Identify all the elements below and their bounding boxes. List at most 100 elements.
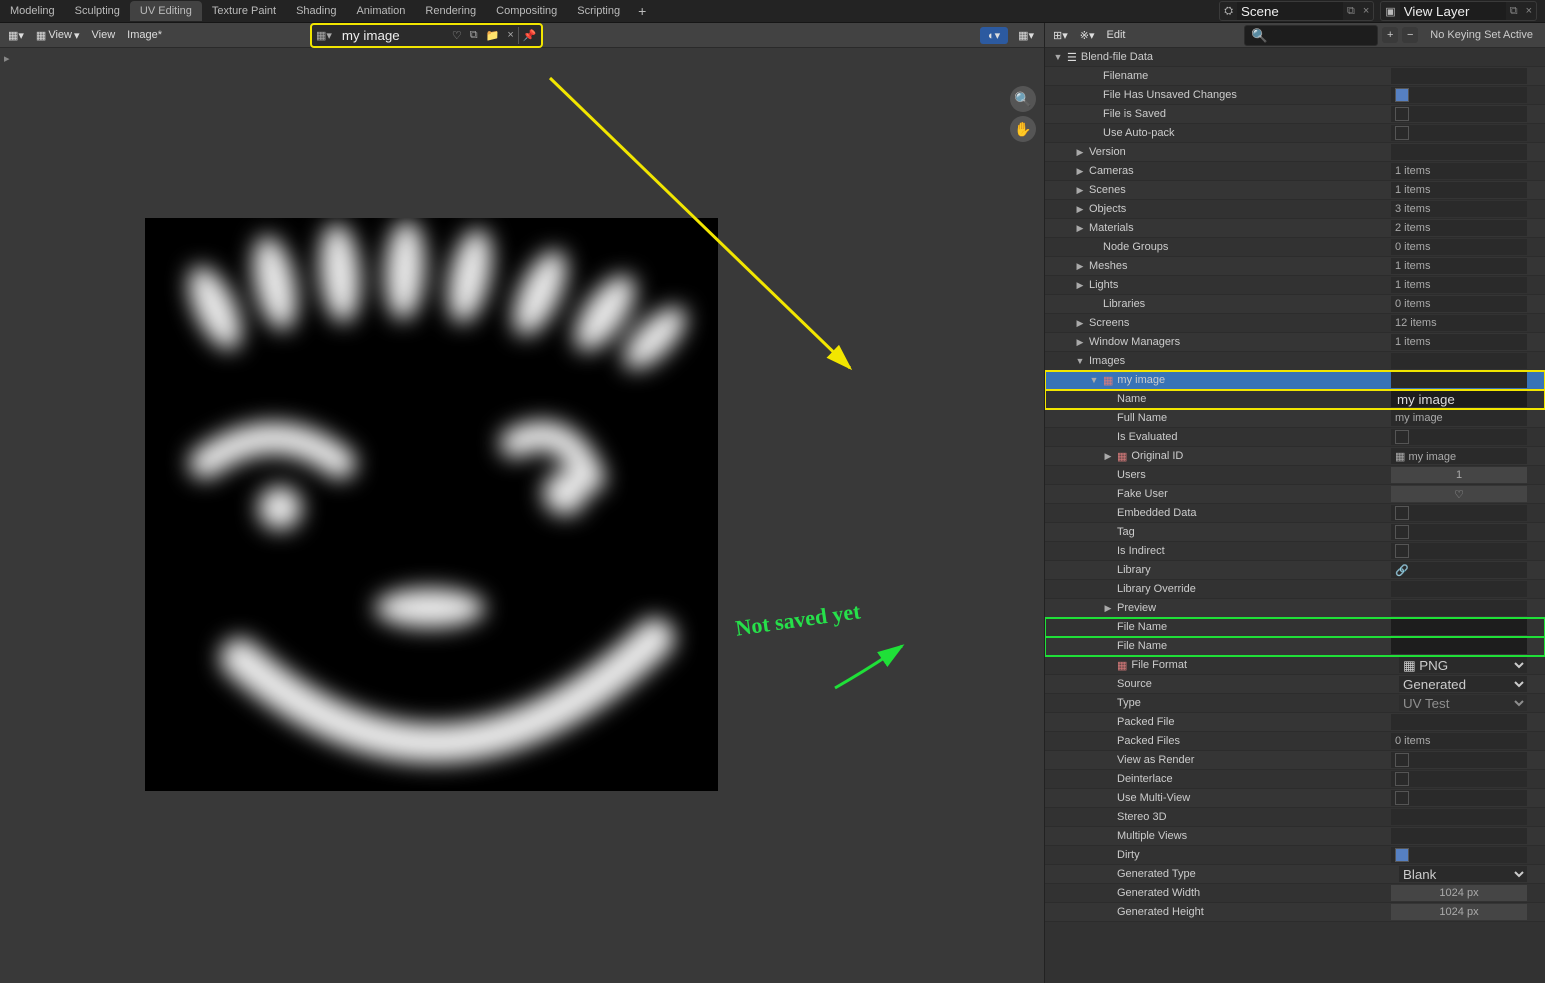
tree-row[interactable]: View as Render bbox=[1045, 751, 1545, 770]
mode-dropdown[interactable]: ▦ View ▾ bbox=[32, 27, 84, 44]
image-name-input[interactable] bbox=[336, 25, 448, 46]
tree-row[interactable]: ▶Window Managers1 items bbox=[1045, 333, 1545, 352]
value-dropdown[interactable]: Blank bbox=[1399, 866, 1527, 882]
tree-row[interactable]: Packed Files0 items bbox=[1045, 732, 1545, 751]
image-datablock-selector[interactable]: ▦▾ ♡ ⧉ 📁 × 📌 bbox=[310, 23, 543, 48]
disclosure-icon[interactable]: ▶ bbox=[1075, 318, 1085, 329]
scene-name-input[interactable] bbox=[1237, 2, 1343, 20]
display-channels-button[interactable]: ▦▾ bbox=[1014, 27, 1038, 44]
remove-button[interactable]: − bbox=[1402, 27, 1418, 43]
scene-selector[interactable]: ⛭ ⧉ × bbox=[1219, 1, 1374, 21]
tree-row[interactable]: Tag bbox=[1045, 523, 1545, 542]
tree-row[interactable]: Generated Height1024 px bbox=[1045, 903, 1545, 922]
value-input[interactable] bbox=[1395, 391, 1523, 408]
tree-row[interactable]: Is Indirect bbox=[1045, 542, 1545, 561]
checkbox[interactable] bbox=[1395, 753, 1409, 767]
viewlayer-selector[interactable]: ▣ ⧉ × bbox=[1380, 1, 1537, 21]
disclosure-icon[interactable]: ▶ bbox=[1075, 147, 1085, 158]
checkbox[interactable] bbox=[1395, 107, 1409, 121]
tree-row[interactable]: SourceGenerated bbox=[1045, 675, 1545, 694]
checkbox[interactable] bbox=[1395, 525, 1409, 539]
tree-row[interactable]: Generated Width1024 px bbox=[1045, 884, 1545, 903]
disclosure-icon[interactable]: ▶ bbox=[1075, 185, 1085, 196]
checkbox[interactable] bbox=[1395, 430, 1409, 444]
workspace-tab-shading[interactable]: Shading bbox=[286, 1, 346, 21]
disclosure-icon[interactable]: ▼ bbox=[1075, 356, 1085, 366]
keying-set-label[interactable]: No Keying Set Active bbox=[1422, 27, 1541, 43]
tree-row[interactable]: TypeUV Test bbox=[1045, 694, 1545, 713]
value-dropdown[interactable]: Generated bbox=[1399, 676, 1527, 692]
workspace-tab-modeling[interactable]: Modeling bbox=[0, 1, 65, 21]
disclosure-icon[interactable]: ▶ bbox=[1103, 451, 1113, 462]
tree-row[interactable]: ▼▦my image bbox=[1045, 371, 1545, 390]
data-api-tree[interactable]: ▼ ☰ Blend-file Data Filename File Has Un… bbox=[1045, 48, 1545, 983]
value-input[interactable] bbox=[1395, 638, 1523, 655]
tree-row[interactable]: ▶Version bbox=[1045, 143, 1545, 162]
scene-copy-icon[interactable]: ⧉ bbox=[1343, 5, 1359, 18]
workspace-tab-scripting[interactable]: Scripting bbox=[567, 1, 630, 21]
disclosure-icon[interactable]: ▼ bbox=[1053, 52, 1063, 62]
tree-row[interactable]: Use Auto-pack bbox=[1045, 124, 1545, 143]
tree-row[interactable]: Deinterlace bbox=[1045, 770, 1545, 789]
pin-icon[interactable]: 📌 bbox=[518, 27, 541, 44]
add-workspace-button[interactable]: + bbox=[630, 1, 654, 21]
uv-overlay-button[interactable]: ◐▾ bbox=[980, 27, 1008, 44]
tree-row[interactable]: File Name bbox=[1045, 618, 1545, 637]
unlink-image-icon[interactable]: × bbox=[503, 27, 517, 43]
image-menu[interactable]: Image* bbox=[123, 27, 166, 43]
tree-row[interactable]: ▶Meshes1 items bbox=[1045, 257, 1545, 276]
viewlayer-name-input[interactable] bbox=[1400, 2, 1506, 20]
tree-row[interactable]: Filename bbox=[1045, 67, 1545, 86]
value-number[interactable]: 1024 px bbox=[1391, 904, 1527, 920]
workspace-tab-sculpting[interactable]: Sculpting bbox=[65, 1, 130, 21]
disclosure-icon[interactable]: ▶ bbox=[1103, 603, 1113, 614]
fake-user-icon[interactable]: ♡ bbox=[448, 27, 466, 44]
tree-row[interactable]: Library Override bbox=[1045, 580, 1545, 599]
checkbox[interactable] bbox=[1395, 791, 1409, 805]
new-image-icon[interactable]: ⧉ bbox=[466, 27, 482, 44]
tree-row[interactable]: Packed File bbox=[1045, 713, 1545, 732]
workspace-tab-compositing[interactable]: Compositing bbox=[486, 1, 567, 21]
tree-row[interactable]: ▶Materials2 items bbox=[1045, 219, 1545, 238]
tree-row[interactable]: Embedded Data bbox=[1045, 504, 1545, 523]
tree-row[interactable]: File is Saved bbox=[1045, 105, 1545, 124]
disclosure-icon[interactable]: ▶ bbox=[1075, 223, 1085, 234]
checkbox[interactable] bbox=[1395, 772, 1409, 786]
edit-menu[interactable]: Edit bbox=[1103, 27, 1130, 43]
tree-root[interactable]: ▼ ☰ Blend-file Data bbox=[1045, 48, 1545, 67]
zoom-icon[interactable]: 🔍 bbox=[1010, 86, 1036, 112]
disclosure-icon[interactable]: ▼ bbox=[1089, 375, 1099, 385]
viewlayer-copy-icon[interactable]: ⧉ bbox=[1506, 5, 1522, 18]
image-browse-icon[interactable]: ▦▾ bbox=[312, 27, 336, 44]
value-dropdown[interactable]: ▦ PNG bbox=[1399, 657, 1527, 673]
tree-row[interactable]: Is Evaluated bbox=[1045, 428, 1545, 447]
editor-type-dropdown[interactable]: ▦▾ bbox=[4, 27, 28, 44]
workspace-tab-texture-paint[interactable]: Texture Paint bbox=[202, 1, 286, 21]
checkbox[interactable] bbox=[1395, 544, 1409, 558]
tree-row[interactable]: Library🔗 bbox=[1045, 561, 1545, 580]
checkbox[interactable] bbox=[1395, 506, 1409, 520]
tree-row[interactable]: ▶▦Original ID▦ my image bbox=[1045, 447, 1545, 466]
tree-row[interactable]: Fake User♡ bbox=[1045, 485, 1545, 504]
workspace-tab-rendering[interactable]: Rendering bbox=[415, 1, 486, 21]
disclosure-icon[interactable]: ▶ bbox=[1075, 204, 1085, 215]
editor-type-outliner-dropdown[interactable]: ⊞▾ bbox=[1049, 27, 1072, 44]
tree-row[interactable]: Multiple Views bbox=[1045, 827, 1545, 846]
tree-row[interactable]: ▶Preview bbox=[1045, 599, 1545, 618]
image-canvas[interactable]: ▸ bbox=[0, 48, 1044, 983]
disclosure-icon[interactable]: ▶ bbox=[1075, 261, 1085, 272]
open-image-icon[interactable]: 📁 bbox=[482, 27, 504, 44]
tree-row[interactable]: Libraries0 items bbox=[1045, 295, 1545, 314]
fake-user-toggle[interactable]: ♡ bbox=[1391, 486, 1527, 502]
tree-row[interactable]: ▶Screens12 items bbox=[1045, 314, 1545, 333]
workspace-tab-animation[interactable]: Animation bbox=[346, 1, 415, 21]
viewlayer-close-icon[interactable]: × bbox=[1522, 5, 1536, 17]
checkbox[interactable] bbox=[1395, 848, 1409, 862]
tree-row[interactable]: ▶Objects3 items bbox=[1045, 200, 1545, 219]
view-menu[interactable]: View bbox=[88, 27, 120, 43]
tree-row[interactable]: Use Multi-View bbox=[1045, 789, 1545, 808]
value-number[interactable]: 1024 px bbox=[1391, 885, 1527, 901]
display-mode-dropdown[interactable]: ※▾ bbox=[1076, 27, 1099, 44]
tree-row[interactable]: ▶Cameras1 items bbox=[1045, 162, 1545, 181]
tree-row[interactable]: ▶Scenes1 items bbox=[1045, 181, 1545, 200]
